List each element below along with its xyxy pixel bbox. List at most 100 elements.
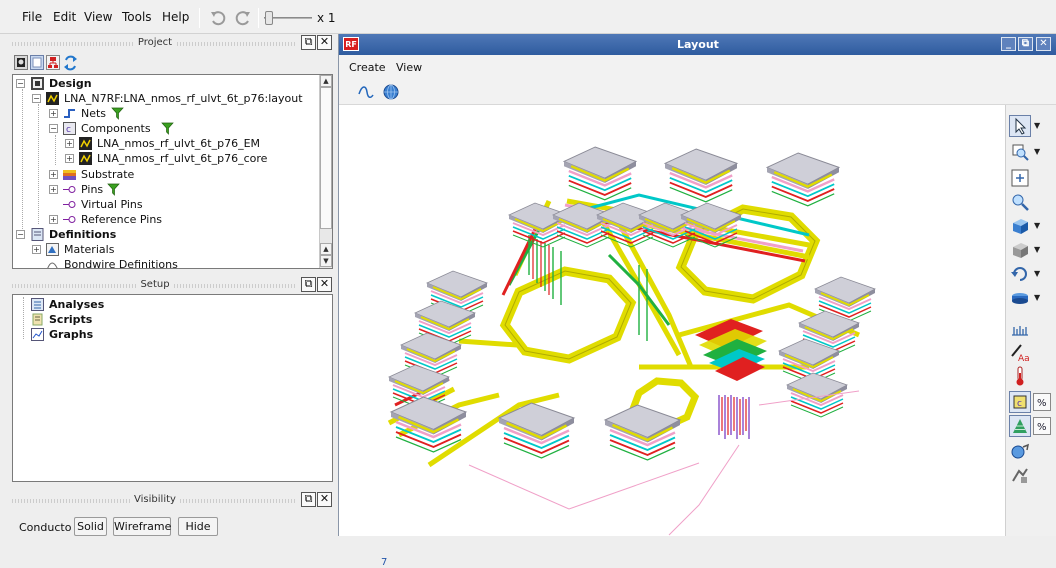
thermometer-icon[interactable]	[1009, 365, 1031, 387]
menu-create[interactable]: Create	[349, 61, 386, 74]
scroll-up-button[interactable]: ▲	[320, 75, 332, 87]
svg-text:Aa: Aa	[1018, 354, 1030, 363]
svg-text:c: c	[1017, 399, 1022, 409]
inductor-left	[499, 266, 637, 364]
float-panel-button[interactable]: ⧉	[301, 277, 316, 292]
tree-label-virtual-pins: Virtual Pins	[81, 198, 143, 211]
filter-icon[interactable]	[107, 183, 120, 196]
zoom-icon[interactable]	[1009, 191, 1031, 213]
svg-text:%: %	[1037, 422, 1047, 433]
zoom-level-label: x 1	[317, 11, 336, 25]
expand-toggle[interactable]: +	[49, 215, 58, 224]
materials-icon	[46, 243, 59, 256]
expand-toggle[interactable]: +	[65, 154, 74, 163]
menu-help[interactable]: Help	[162, 10, 189, 24]
expand-toggle[interactable]: +	[32, 245, 41, 254]
layer-plane-icon[interactable]	[1009, 287, 1031, 309]
nets-icon	[64, 109, 75, 118]
chevron-down-icon[interactable]: ▼	[1034, 121, 1040, 130]
project-toolbar	[14, 55, 77, 71]
tree-label-components: Components	[81, 122, 151, 135]
menu-layout-view[interactable]: View	[396, 61, 422, 74]
cell-icon	[79, 137, 92, 150]
visibility-panel-header: Visibility ⧉ ✕	[10, 492, 334, 510]
components-icon[interactable]: c	[1009, 391, 1031, 413]
port-tool-icon[interactable]	[1009, 465, 1031, 487]
view-3d-icon[interactable]	[1009, 239, 1031, 261]
undo-icon[interactable]	[209, 9, 227, 27]
expand-toggle[interactable]: +	[49, 185, 58, 194]
chevron-down-icon[interactable]: ▼	[1034, 293, 1040, 302]
zoom-slider-handle[interactable]	[265, 11, 273, 25]
collapse-toggle[interactable]: −	[16, 79, 25, 88]
close-panel-button[interactable]: ✕	[317, 277, 332, 292]
minimize-button[interactable]: _	[1001, 37, 1016, 51]
layout-side-toolbar: ▼ ▼ ▼ ▼ ▼ ▼ Aa c % %	[1005, 105, 1056, 536]
toolbar-separator	[199, 8, 200, 28]
chevron-down-icon[interactable]: ▼	[1034, 245, 1040, 254]
tree-label-materials: Materials	[64, 243, 115, 256]
core-transistor-cluster	[695, 319, 767, 439]
tree-label-cell: LNA_N7RF:LNA_nmos_rf_ulvt_6t_p76:layout	[64, 92, 303, 105]
mesh-icon[interactable]	[1009, 415, 1031, 437]
restore-button[interactable]: ⧉	[1018, 37, 1033, 51]
menu-view[interactable]: View	[84, 10, 112, 24]
collapse-toggle[interactable]: −	[49, 124, 58, 133]
expand-toggle[interactable]: +	[65, 139, 74, 148]
layout-canvas[interactable]: 7	[339, 105, 1005, 568]
text-annotation-icon[interactable]: Aa	[1009, 341, 1031, 363]
rf-layout-3d-view	[387, 145, 876, 536]
expand-toggle[interactable]: +	[49, 170, 58, 179]
filter-icon[interactable]	[161, 122, 174, 135]
chevron-down-icon[interactable]: ▼	[1034, 269, 1040, 278]
project-tree-scrollbar[interactable]: ▲ ▲ ▼	[319, 75, 332, 268]
sync-icon[interactable]	[64, 55, 77, 71]
menu-tools[interactable]: Tools	[122, 10, 152, 24]
redo-icon[interactable]	[234, 9, 252, 27]
percent-icon[interactable]: %	[1033, 417, 1051, 435]
float-panel-button[interactable]: ⧉	[301, 492, 316, 507]
wireframe-button[interactable]: Wireframe	[113, 517, 171, 536]
zoom-icon[interactable]	[1009, 141, 1031, 163]
view-3d-icon[interactable]	[1009, 215, 1031, 237]
curve-tool-icon[interactable]	[357, 83, 375, 101]
axis-label: 7	[381, 557, 388, 568]
design-view-icon[interactable]	[14, 55, 28, 70]
float-panel-button[interactable]: ⧉	[301, 35, 316, 50]
project-tree: − Design − LNA_N7RF:LNA_nmos_rf_ulvt_6t_…	[12, 74, 333, 269]
svg-text:c: c	[66, 125, 71, 135]
solid-button[interactable]: Solid	[74, 517, 107, 536]
collapse-toggle[interactable]: −	[16, 230, 25, 239]
scroll-up-button[interactable]: ▲	[320, 243, 332, 255]
cell-icon	[79, 152, 92, 165]
percent-icon[interactable]: %	[1033, 393, 1051, 411]
document-view-icon[interactable]	[30, 55, 44, 70]
tree-label-component-core: LNA_nmos_rf_ulvt_6t_p76_core	[97, 152, 268, 165]
hierarchy-view-icon[interactable]	[46, 55, 60, 70]
expand-toggle[interactable]: +	[49, 109, 58, 118]
layout-title: Layout	[677, 38, 719, 51]
filter-icon[interactable]	[111, 107, 124, 120]
scroll-down-button[interactable]: ▼	[320, 255, 332, 267]
setup-panel-header: Setup ⧉ ✕	[10, 277, 334, 295]
setup-label-scripts: Scripts	[49, 313, 93, 326]
close-panel-button[interactable]: ✕	[317, 492, 332, 507]
close-window-button[interactable]: ✕	[1036, 37, 1051, 51]
rotate-view-icon[interactable]	[1009, 263, 1031, 285]
simulation-icon[interactable]	[1009, 441, 1031, 463]
chevron-down-icon[interactable]: ▼	[1034, 221, 1040, 230]
hide-button[interactable]: Hide	[178, 517, 218, 536]
fit-icon[interactable]	[1009, 167, 1031, 189]
layout-titlebar: RF Layout _ ⧉ ✕	[339, 34, 1056, 55]
select-arrow-icon[interactable]	[1009, 115, 1031, 137]
globe-icon[interactable]	[382, 83, 400, 101]
menu-file[interactable]: File	[22, 10, 42, 24]
collapse-toggle[interactable]: −	[32, 94, 41, 103]
ruler-icon[interactable]	[1009, 317, 1031, 339]
scripts-icon	[32, 313, 43, 326]
close-panel-button[interactable]: ✕	[317, 35, 332, 50]
menu-edit[interactable]: Edit	[53, 10, 76, 24]
chevron-down-icon[interactable]: ▼	[1034, 147, 1040, 156]
scroll-thumb[interactable]	[320, 87, 332, 229]
setup-panel-title: Setup	[136, 279, 174, 290]
